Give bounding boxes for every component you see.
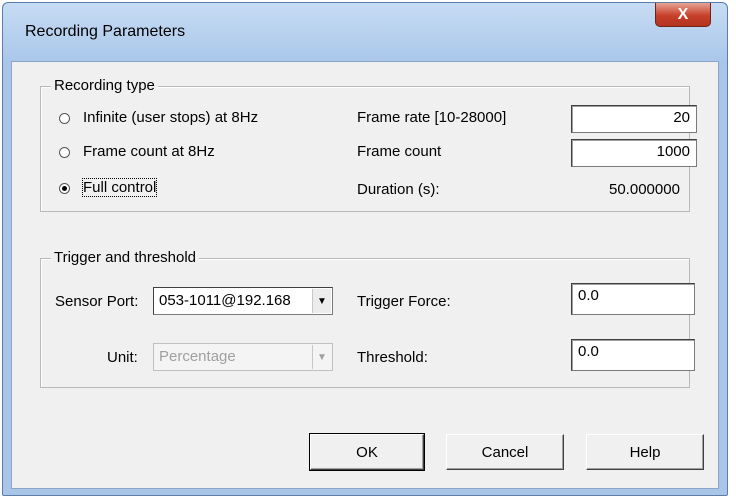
trigger-threshold-legend: Trigger and threshold — [51, 249, 200, 266]
sensor-port-select[interactable]: 053-1011@192.168 ▼ — [153, 287, 333, 315]
trigger-force-value: 0.0 — [578, 287, 599, 304]
frame-count-input[interactable]: 1000 — [571, 139, 697, 167]
trigger-force-input[interactable]: 0.0 — [571, 283, 695, 315]
radio-frame-count-label: Frame count at 8Hz — [83, 143, 215, 160]
close-button[interactable]: X — [655, 3, 711, 27]
frame-rate-input[interactable]: 20 — [571, 105, 697, 133]
radio-button-icon[interactable] — [59, 113, 70, 124]
help-button[interactable]: Help — [586, 434, 704, 470]
dialog-client-area: Recording type Infinite (user stops) at … — [11, 61, 719, 489]
radio-button-icon[interactable] — [59, 147, 70, 158]
close-icon: X — [677, 5, 689, 23]
cancel-button-label: Cancel — [481, 443, 529, 461]
unit-value: Percentage — [159, 348, 236, 365]
frame-count-value: 1000 — [656, 143, 690, 160]
unit-select[interactable]: Percentage ▼ — [153, 343, 333, 371]
dialog-window: Recording Parameters X Recording type In… — [2, 2, 728, 496]
ok-button-label: OK — [356, 443, 378, 461]
frame-rate-label: Frame rate [10-28000] — [357, 109, 507, 126]
threshold-label: Threshold: — [357, 349, 428, 366]
help-button-label: Help — [629, 443, 661, 461]
sensor-port-value: 053-1011@192.168 — [159, 292, 291, 309]
recording-type-group: Recording type Infinite (user stops) at … — [40, 77, 697, 212]
sensor-port-label: Sensor Port: — [55, 293, 139, 310]
trigger-threshold-group: Trigger and threshold Sensor Port: 053-1… — [40, 249, 695, 388]
frame-count-label: Frame count — [357, 143, 442, 160]
trigger-force-label: Trigger Force: — [357, 293, 451, 310]
threshold-input[interactable]: 0.0 — [571, 339, 695, 371]
chevron-down-icon[interactable]: ▼ — [312, 289, 331, 313]
duration-label: Duration (s): — [357, 181, 440, 198]
window-title: Recording Parameters — [25, 23, 186, 40]
threshold-value: 0.0 — [578, 343, 599, 360]
radio-full-control-label: Full control — [81, 178, 158, 197]
ok-button[interactable]: OK — [309, 433, 425, 471]
unit-label: Unit: — [107, 349, 138, 366]
recording-type-legend: Recording type — [51, 77, 158, 94]
cancel-button[interactable]: Cancel — [446, 434, 564, 470]
radio-button-icon[interactable] — [59, 183, 70, 194]
duration-value: 50.000000 — [609, 181, 680, 198]
radio-infinite-label: Infinite (user stops) at 8Hz — [83, 109, 259, 126]
frame-rate-value: 20 — [673, 109, 690, 126]
chevron-down-icon[interactable]: ▼ — [312, 345, 331, 369]
title-bar[interactable]: Recording Parameters X — [3, 3, 727, 61]
